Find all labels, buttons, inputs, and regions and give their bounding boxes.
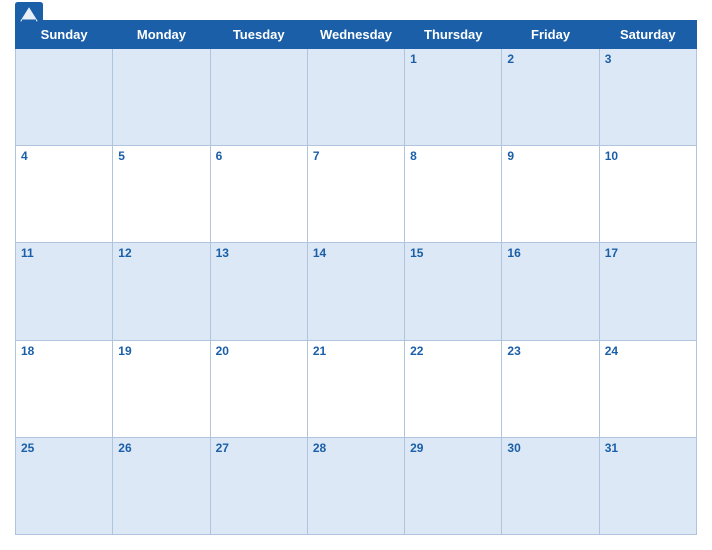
day-number: 24: [605, 344, 691, 358]
day-number: 5: [118, 149, 204, 163]
day-number: 8: [410, 149, 496, 163]
calendar-day-cell: 6: [210, 146, 307, 243]
calendar-week-row: 18 19 20 21 22 23 24: [16, 340, 697, 437]
calendar-day-cell: 4: [16, 146, 113, 243]
calendar-day-cell: 12: [113, 243, 210, 340]
day-number: 16: [507, 246, 593, 260]
day-number: 30: [507, 441, 593, 455]
calendar-header: [15, 10, 697, 20]
day-number: 6: [216, 149, 302, 163]
weekday-thursday: Thursday: [405, 21, 502, 49]
calendar-day-cell: 18: [16, 340, 113, 437]
day-number: 19: [118, 344, 204, 358]
calendar-week-row: 123: [16, 49, 697, 146]
day-number: 31: [605, 441, 691, 455]
calendar-day-cell: 30: [502, 437, 599, 534]
weekday-friday: Friday: [502, 21, 599, 49]
day-number: 10: [605, 149, 691, 163]
day-number: 1: [410, 52, 496, 66]
day-number: 22: [410, 344, 496, 358]
day-number: 17: [605, 246, 691, 260]
calendar-week-row: 11 12 13 14 15 16 17: [16, 243, 697, 340]
calendar-day-cell: 8: [405, 146, 502, 243]
calendar-day-cell: 7: [307, 146, 404, 243]
day-number: 15: [410, 246, 496, 260]
weekday-header-row: SundayMondayTuesdayWednesdayThursdayFrid…: [16, 21, 697, 49]
calendar-day-cell: 1: [405, 49, 502, 146]
day-number: 21: [313, 344, 399, 358]
calendar-day-cell: 17: [599, 243, 696, 340]
day-number: 20: [216, 344, 302, 358]
day-number: 23: [507, 344, 593, 358]
calendar-day-cell: 29: [405, 437, 502, 534]
day-number: 28: [313, 441, 399, 455]
day-number: 27: [216, 441, 302, 455]
day-number: 26: [118, 441, 204, 455]
calendar-day-cell: 14: [307, 243, 404, 340]
calendar-day-cell: 5: [113, 146, 210, 243]
day-number: 25: [21, 441, 107, 455]
calendar-day-cell: 22: [405, 340, 502, 437]
calendar-day-cell: 13: [210, 243, 307, 340]
calendar-day-cell: [16, 49, 113, 146]
calendar-day-cell: 23: [502, 340, 599, 437]
calendar-day-cell: 19: [113, 340, 210, 437]
day-number: 2: [507, 52, 593, 66]
calendar-week-row: 25 26 27 28 29 30 31: [16, 437, 697, 534]
calendar-day-cell: 15: [405, 243, 502, 340]
calendar-table: SundayMondayTuesdayWednesdayThursdayFrid…: [15, 20, 697, 535]
logo: [15, 2, 46, 30]
weekday-wednesday: Wednesday: [307, 21, 404, 49]
calendar-day-cell: [210, 49, 307, 146]
calendar-day-cell: 16: [502, 243, 599, 340]
day-number: 3: [605, 52, 691, 66]
day-number: 18: [21, 344, 107, 358]
calendar-day-cell: [113, 49, 210, 146]
day-number: 29: [410, 441, 496, 455]
day-number: 11: [21, 246, 107, 260]
calendar-day-cell: 28: [307, 437, 404, 534]
day-number: 14: [313, 246, 399, 260]
calendar-week-row: 456789 10: [16, 146, 697, 243]
calendar-day-cell: 24: [599, 340, 696, 437]
day-number: 13: [216, 246, 302, 260]
calendar-day-cell: [307, 49, 404, 146]
calendar-day-cell: 26: [113, 437, 210, 534]
weekday-saturday: Saturday: [599, 21, 696, 49]
weekday-tuesday: Tuesday: [210, 21, 307, 49]
calendar-day-cell: 11: [16, 243, 113, 340]
calendar-day-cell: 25: [16, 437, 113, 534]
day-number: 12: [118, 246, 204, 260]
calendar-day-cell: 10: [599, 146, 696, 243]
calendar-day-cell: 27: [210, 437, 307, 534]
calendar-day-cell: 20: [210, 340, 307, 437]
day-number: 4: [21, 149, 107, 163]
calendar-day-cell: 21: [307, 340, 404, 437]
logo-icon: [15, 2, 43, 30]
weekday-monday: Monday: [113, 21, 210, 49]
calendar-day-cell: 3: [599, 49, 696, 146]
calendar-day-cell: 9: [502, 146, 599, 243]
day-number: 7: [313, 149, 399, 163]
calendar-day-cell: 31: [599, 437, 696, 534]
day-number: 9: [507, 149, 593, 163]
calendar-day-cell: 2: [502, 49, 599, 146]
